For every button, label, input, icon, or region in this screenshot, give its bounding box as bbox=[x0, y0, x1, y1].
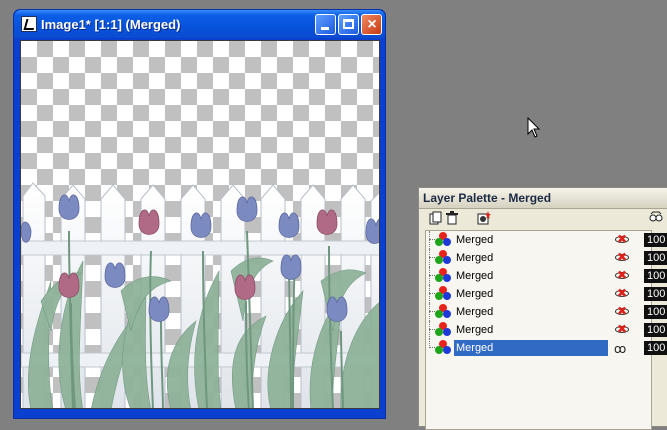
layer-hidden-icon[interactable] bbox=[614, 304, 631, 318]
minimize-icon bbox=[321, 27, 329, 30]
layer-opacity[interactable]: 100 bbox=[644, 233, 667, 247]
layer-hidden-icon[interactable] bbox=[614, 286, 631, 300]
layer-opacity[interactable]: 100 bbox=[644, 305, 667, 319]
minimize-button[interactable] bbox=[315, 14, 336, 35]
close-icon: × bbox=[367, 16, 377, 33]
layer-name[interactable]: Merged bbox=[454, 322, 608, 338]
layer-name[interactable]: Merged bbox=[454, 250, 608, 266]
close-button[interactable]: × bbox=[361, 14, 382, 35]
mouse-pointer-icon bbox=[527, 117, 541, 138]
image-window[interactable]: Image1* [1:1] (Merged) × bbox=[13, 9, 386, 419]
app-icon[interactable] bbox=[21, 16, 37, 32]
layer-opacity[interactable]: 100 bbox=[644, 269, 667, 283]
raster-layer-icon bbox=[435, 268, 452, 284]
delete-layer-icon[interactable] bbox=[445, 211, 459, 225]
layer-hidden-icon[interactable] bbox=[614, 232, 631, 246]
layer-row[interactable]: Merged bbox=[426, 267, 652, 285]
layer-opacity[interactable]: 100 bbox=[644, 251, 667, 265]
maximize-icon bbox=[343, 19, 354, 29]
layer-row[interactable]: Merged bbox=[426, 321, 652, 339]
image-canvas[interactable] bbox=[20, 40, 380, 409]
layer-row[interactable]: Merged bbox=[426, 285, 652, 303]
raster-layer-icon bbox=[435, 286, 452, 302]
layer-palette-toolbar bbox=[419, 209, 667, 229]
image-window-titlebar[interactable]: Image1* [1:1] (Merged) × bbox=[14, 10, 385, 38]
layer-palette[interactable]: Layer Palette - Merged Merged Merged bbox=[418, 187, 667, 430]
raster-layer-icon bbox=[435, 322, 452, 338]
window-title: Image1* [1:1] (Merged) bbox=[41, 17, 181, 32]
layer-list[interactable]: Merged Merged Merged Merged bbox=[425, 230, 652, 430]
layer-opacity[interactable]: 100 bbox=[644, 287, 667, 301]
layer-name[interactable]: Merged bbox=[454, 268, 608, 284]
layer-palette-titlebar[interactable]: Layer Palette - Merged bbox=[419, 188, 667, 209]
layer-opacity[interactable]: 100 bbox=[644, 341, 667, 355]
layer-properties-icon[interactable] bbox=[477, 211, 491, 225]
layer-row-selected[interactable]: Merged ꝏ bbox=[426, 339, 652, 357]
layer-name[interactable]: Merged bbox=[454, 340, 608, 356]
maximize-button[interactable] bbox=[338, 14, 359, 35]
raster-layer-icon bbox=[435, 232, 452, 248]
layer-name[interactable]: Merged bbox=[454, 232, 608, 248]
layer-opacity[interactable]: 100 bbox=[644, 323, 667, 337]
raster-layer-icon bbox=[435, 250, 452, 266]
new-layer-icon[interactable] bbox=[429, 211, 443, 225]
layer-row[interactable]: Merged bbox=[426, 303, 652, 321]
layer-hidden-icon[interactable] bbox=[614, 268, 631, 282]
layer-name[interactable]: Merged bbox=[454, 286, 608, 302]
raster-layer-icon bbox=[435, 340, 452, 356]
layer-visible-icon[interactable]: ꝏ bbox=[614, 342, 631, 356]
tulip-fence-artwork bbox=[21, 182, 379, 408]
layer-row[interactable]: Merged bbox=[426, 231, 652, 249]
layer-visibility-header-icon[interactable] bbox=[649, 211, 663, 225]
raster-layer-icon bbox=[435, 304, 452, 320]
layer-hidden-icon[interactable] bbox=[614, 250, 631, 264]
layer-name[interactable]: Merged bbox=[454, 304, 608, 320]
layer-hidden-icon[interactable] bbox=[614, 322, 631, 336]
layer-row[interactable]: Merged bbox=[426, 249, 652, 267]
layer-palette-title: Layer Palette - Merged bbox=[423, 191, 552, 205]
